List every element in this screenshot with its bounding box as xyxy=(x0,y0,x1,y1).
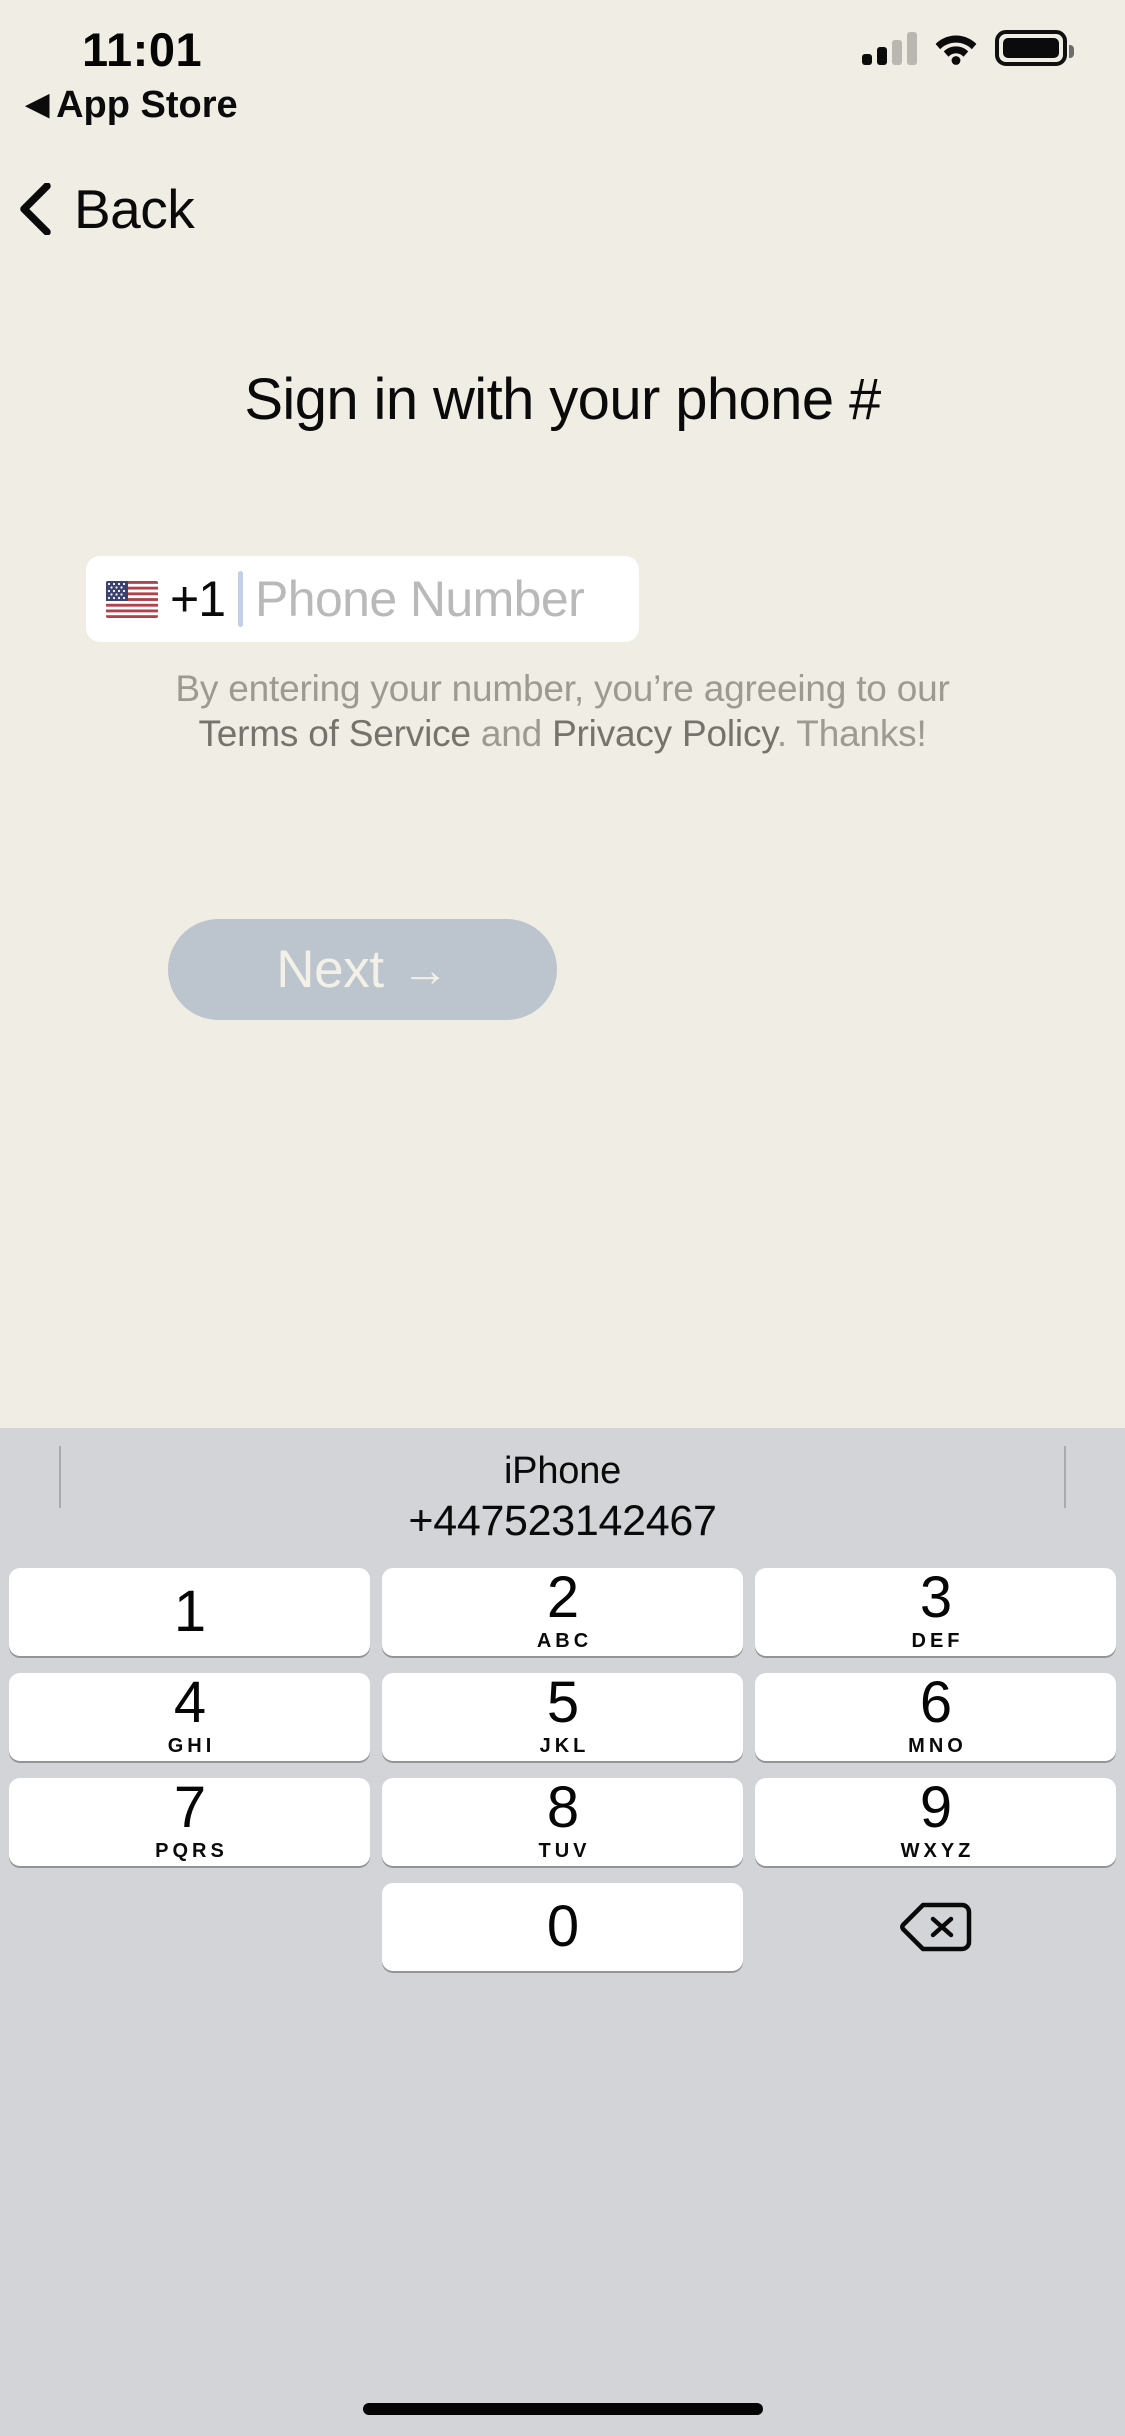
back-triangle-icon: ◀ xyxy=(26,87,50,121)
page-title: Sign in with your phone # xyxy=(244,367,881,432)
legal-line-1: By entering your number, you’re agreeing… xyxy=(175,668,950,709)
key-3[interactable]: 3 DEF xyxy=(755,1568,1116,1656)
suggestion-divider-right xyxy=(1064,1446,1066,1508)
return-to-app-store-button[interactable]: ◀ App Store xyxy=(26,84,238,127)
key-letters: WXYZ xyxy=(900,1840,975,1862)
back-button-label: Back xyxy=(74,178,195,240)
status-bar: 11:01 ◀ App Store xyxy=(0,0,1125,150)
key-4[interactable]: 4 GHI xyxy=(9,1673,370,1761)
return-app-label: App Store xyxy=(56,84,238,126)
terms-of-service-link[interactable]: Terms of Service xyxy=(198,713,471,754)
key-digit: 8 xyxy=(546,1775,579,1840)
autofill-suggestion-bar[interactable]: iPhone +447523142467 xyxy=(0,1428,1125,1568)
privacy-policy-link[interactable]: Privacy Policy xyxy=(552,713,777,754)
phone-input-placeholder: Phone Number xyxy=(255,571,585,627)
suggestion-divider-left xyxy=(59,1446,61,1508)
key-0[interactable]: 0 xyxy=(382,1883,743,1971)
key-letters: DEF xyxy=(911,1630,964,1652)
key-spacer xyxy=(9,1883,370,1971)
backspace-icon xyxy=(899,1900,973,1954)
key-digit: 4 xyxy=(173,1670,206,1735)
chevron-left-icon xyxy=(18,182,52,236)
key-digit: 6 xyxy=(919,1670,952,1735)
key-7[interactable]: 7 PQRS xyxy=(9,1778,370,1866)
legal-tail: . Thanks! xyxy=(776,713,927,754)
suggestion-phone-number: +447523142467 xyxy=(408,1497,717,1545)
key-6[interactable]: 6 MNO xyxy=(755,1673,1116,1761)
key-digit: 2 xyxy=(546,1565,579,1630)
key-digit: 7 xyxy=(173,1775,206,1840)
keypad: 1 2 ABC 3 DEF 4 GHI 5 JKL 6 MNO 7 PQRS 8… xyxy=(0,1568,1125,1971)
phone-signin-screen: 11:01 ◀ App Store Back Sign in with your… xyxy=(0,0,1125,2436)
key-digit: 3 xyxy=(919,1565,952,1630)
keypad-row: 4 GHI 5 JKL 6 MNO xyxy=(9,1673,1116,1761)
key-letters: TUV xyxy=(538,1840,591,1862)
next-button-label: Next xyxy=(276,940,384,999)
key-digit: 0 xyxy=(546,1894,579,1959)
legal-disclaimer: By entering your number, you’re agreeing… xyxy=(0,666,1125,756)
keypad-row: 0 xyxy=(9,1883,1116,1971)
next-button[interactable]: Next → xyxy=(168,919,557,1020)
country-code-label[interactable]: +1 xyxy=(170,570,226,628)
status-bar-indicators xyxy=(862,30,1074,66)
key-digit: 1 xyxy=(173,1579,206,1644)
numeric-keyboard: iPhone +447523142467 1 2 ABC 3 DEF 4 GHI… xyxy=(0,1428,1125,2436)
battery-icon xyxy=(995,30,1074,66)
home-indicator xyxy=(362,2403,763,2415)
key-1[interactable]: 1 xyxy=(9,1568,370,1656)
us-flag-icon xyxy=(106,580,158,618)
key-digit: 5 xyxy=(546,1670,579,1735)
text-caret xyxy=(238,571,244,627)
cellular-signal-icon xyxy=(862,31,917,65)
key-letters: GHI xyxy=(167,1735,216,1757)
key-delete[interactable] xyxy=(755,1883,1116,1971)
keypad-row: 1 2 ABC 3 DEF xyxy=(9,1568,1116,1656)
status-bar-time: 11:01 xyxy=(82,23,203,76)
key-9[interactable]: 9 WXYZ xyxy=(755,1778,1116,1866)
key-8[interactable]: 8 TUV xyxy=(382,1778,743,1866)
phone-number-input[interactable]: +1 Phone Number xyxy=(86,556,639,642)
key-letters: MNO xyxy=(908,1735,967,1757)
legal-and: and xyxy=(470,713,553,754)
key-letters: PQRS xyxy=(155,1840,228,1862)
back-button[interactable]: Back xyxy=(18,177,195,241)
keypad-row: 7 PQRS 8 TUV 9 WXYZ xyxy=(9,1778,1116,1866)
key-5[interactable]: 5 JKL xyxy=(382,1673,743,1761)
main-content: Sign in with your phone # +1 Phone Numbe… xyxy=(0,268,1125,1428)
suggestion-title: iPhone xyxy=(503,1450,622,1492)
arrow-right-icon: → xyxy=(401,943,449,996)
key-letters: ABC xyxy=(536,1630,593,1652)
key-letters: JKL xyxy=(539,1735,590,1757)
navigation-bar: Back xyxy=(0,150,1125,268)
wifi-icon xyxy=(934,31,978,65)
key-2[interactable]: 2 ABC xyxy=(382,1568,743,1656)
key-digit: 9 xyxy=(919,1775,952,1840)
